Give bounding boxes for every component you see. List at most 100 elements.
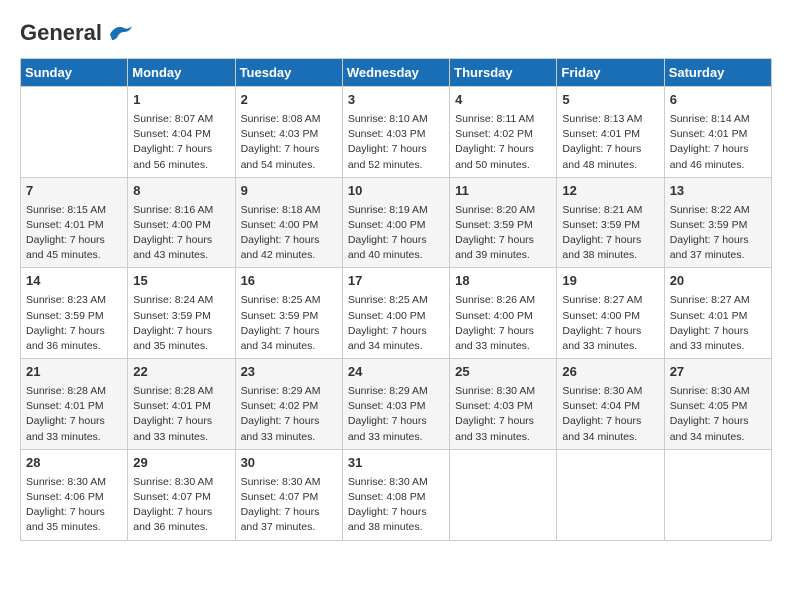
- day-info: Daylight: 7 hours: [241, 505, 337, 520]
- calendar-cell: 19Sunrise: 8:27 AMSunset: 4:00 PMDayligh…: [557, 268, 664, 359]
- day-info: Sunset: 4:00 PM: [133, 218, 229, 233]
- calendar-cell: 21Sunrise: 8:28 AMSunset: 4:01 PMDayligh…: [21, 359, 128, 450]
- day-info: Sunset: 4:00 PM: [562, 309, 658, 324]
- day-info: Sunrise: 8:21 AM: [562, 203, 658, 218]
- day-info: and 33 minutes.: [26, 430, 122, 445]
- day-info: and 33 minutes.: [562, 339, 658, 354]
- day-info: Sunset: 4:02 PM: [455, 127, 551, 142]
- day-info: Daylight: 7 hours: [26, 414, 122, 429]
- day-info: Sunrise: 8:16 AM: [133, 203, 229, 218]
- calendar-cell: 4Sunrise: 8:11 AMSunset: 4:02 PMDaylight…: [450, 87, 557, 178]
- day-info: Daylight: 7 hours: [241, 142, 337, 157]
- logo: General: [20, 20, 134, 42]
- day-info: and 36 minutes.: [133, 520, 229, 535]
- day-info: Sunset: 3:59 PM: [670, 218, 766, 233]
- calendar-cell: 2Sunrise: 8:08 AMSunset: 4:03 PMDaylight…: [235, 87, 342, 178]
- calendar-cell: 24Sunrise: 8:29 AMSunset: 4:03 PMDayligh…: [342, 359, 449, 450]
- day-info: Sunset: 4:07 PM: [241, 490, 337, 505]
- calendar-cell: 13Sunrise: 8:22 AMSunset: 3:59 PMDayligh…: [664, 177, 771, 268]
- column-header-wednesday: Wednesday: [342, 59, 449, 87]
- day-info: Sunrise: 8:10 AM: [348, 112, 444, 127]
- calendar-cell: 12Sunrise: 8:21 AMSunset: 3:59 PMDayligh…: [557, 177, 664, 268]
- day-info: Sunset: 4:01 PM: [133, 399, 229, 414]
- day-number: 14: [26, 272, 122, 291]
- day-info: Sunset: 4:03 PM: [455, 399, 551, 414]
- day-info: Sunrise: 8:28 AM: [26, 384, 122, 399]
- day-info: Daylight: 7 hours: [26, 233, 122, 248]
- day-info: Sunset: 4:01 PM: [670, 127, 766, 142]
- day-number: 21: [26, 363, 122, 382]
- day-info: Daylight: 7 hours: [670, 142, 766, 157]
- day-info: and 38 minutes.: [562, 248, 658, 263]
- day-info: Sunrise: 8:18 AM: [241, 203, 337, 218]
- calendar-table: SundayMondayTuesdayWednesdayThursdayFrid…: [20, 58, 772, 541]
- day-info: Daylight: 7 hours: [670, 233, 766, 248]
- calendar-cell: 25Sunrise: 8:30 AMSunset: 4:03 PMDayligh…: [450, 359, 557, 450]
- page-header: General: [20, 20, 772, 42]
- day-info: Sunrise: 8:30 AM: [670, 384, 766, 399]
- day-info: Daylight: 7 hours: [133, 142, 229, 157]
- day-number: 18: [455, 272, 551, 291]
- day-info: Daylight: 7 hours: [670, 414, 766, 429]
- day-info: Daylight: 7 hours: [455, 324, 551, 339]
- day-info: Sunrise: 8:20 AM: [455, 203, 551, 218]
- day-info: and 35 minutes.: [26, 520, 122, 535]
- day-number: 31: [348, 454, 444, 473]
- day-number: 13: [670, 182, 766, 201]
- calendar-cell: 3Sunrise: 8:10 AMSunset: 4:03 PMDaylight…: [342, 87, 449, 178]
- day-info: and 52 minutes.: [348, 158, 444, 173]
- day-info: and 45 minutes.: [26, 248, 122, 263]
- day-info: Daylight: 7 hours: [133, 414, 229, 429]
- calendar-week-row: 21Sunrise: 8:28 AMSunset: 4:01 PMDayligh…: [21, 359, 772, 450]
- column-header-thursday: Thursday: [450, 59, 557, 87]
- day-info: Sunset: 4:02 PM: [241, 399, 337, 414]
- day-info: Sunrise: 8:30 AM: [562, 384, 658, 399]
- day-info: Sunset: 4:01 PM: [562, 127, 658, 142]
- day-info: Daylight: 7 hours: [241, 414, 337, 429]
- calendar-week-row: 14Sunrise: 8:23 AMSunset: 3:59 PMDayligh…: [21, 268, 772, 359]
- day-number: 1: [133, 91, 229, 110]
- day-info: Sunset: 4:03 PM: [348, 399, 444, 414]
- day-info: and 33 minutes.: [241, 430, 337, 445]
- day-info: Sunrise: 8:14 AM: [670, 112, 766, 127]
- day-info: Sunset: 3:59 PM: [241, 309, 337, 324]
- day-info: and 37 minutes.: [670, 248, 766, 263]
- day-info: and 38 minutes.: [348, 520, 444, 535]
- day-info: and 56 minutes.: [133, 158, 229, 173]
- calendar-cell: 6Sunrise: 8:14 AMSunset: 4:01 PMDaylight…: [664, 87, 771, 178]
- day-number: 25: [455, 363, 551, 382]
- day-info: Sunset: 4:00 PM: [241, 218, 337, 233]
- day-info: Sunset: 3:59 PM: [133, 309, 229, 324]
- calendar-cell: 17Sunrise: 8:25 AMSunset: 4:00 PMDayligh…: [342, 268, 449, 359]
- day-info: and 34 minutes.: [348, 339, 444, 354]
- day-number: 19: [562, 272, 658, 291]
- calendar-week-row: 7Sunrise: 8:15 AMSunset: 4:01 PMDaylight…: [21, 177, 772, 268]
- day-info: and 34 minutes.: [562, 430, 658, 445]
- day-info: Sunrise: 8:26 AM: [455, 293, 551, 308]
- day-number: 17: [348, 272, 444, 291]
- calendar-cell: 15Sunrise: 8:24 AMSunset: 3:59 PMDayligh…: [128, 268, 235, 359]
- calendar-cell: 10Sunrise: 8:19 AMSunset: 4:00 PMDayligh…: [342, 177, 449, 268]
- day-info: Daylight: 7 hours: [455, 233, 551, 248]
- day-info: Daylight: 7 hours: [26, 505, 122, 520]
- day-info: Daylight: 7 hours: [562, 233, 658, 248]
- day-info: Sunset: 4:08 PM: [348, 490, 444, 505]
- calendar-cell: [450, 449, 557, 540]
- calendar-cell: 28Sunrise: 8:30 AMSunset: 4:06 PMDayligh…: [21, 449, 128, 540]
- day-info: Sunset: 4:00 PM: [348, 309, 444, 324]
- day-info: Daylight: 7 hours: [241, 324, 337, 339]
- calendar-cell: 9Sunrise: 8:18 AMSunset: 4:00 PMDaylight…: [235, 177, 342, 268]
- day-info: and 43 minutes.: [133, 248, 229, 263]
- day-info: Daylight: 7 hours: [26, 324, 122, 339]
- calendar-header-row: SundayMondayTuesdayWednesdayThursdayFrid…: [21, 59, 772, 87]
- calendar-cell: 18Sunrise: 8:26 AMSunset: 4:00 PMDayligh…: [450, 268, 557, 359]
- column-header-friday: Friday: [557, 59, 664, 87]
- calendar-cell: 8Sunrise: 8:16 AMSunset: 4:00 PMDaylight…: [128, 177, 235, 268]
- day-info: Sunset: 4:05 PM: [670, 399, 766, 414]
- column-header-monday: Monday: [128, 59, 235, 87]
- day-number: 27: [670, 363, 766, 382]
- calendar-cell: 16Sunrise: 8:25 AMSunset: 3:59 PMDayligh…: [235, 268, 342, 359]
- day-info: and 33 minutes.: [455, 339, 551, 354]
- calendar-cell: [664, 449, 771, 540]
- calendar-cell: 22Sunrise: 8:28 AMSunset: 4:01 PMDayligh…: [128, 359, 235, 450]
